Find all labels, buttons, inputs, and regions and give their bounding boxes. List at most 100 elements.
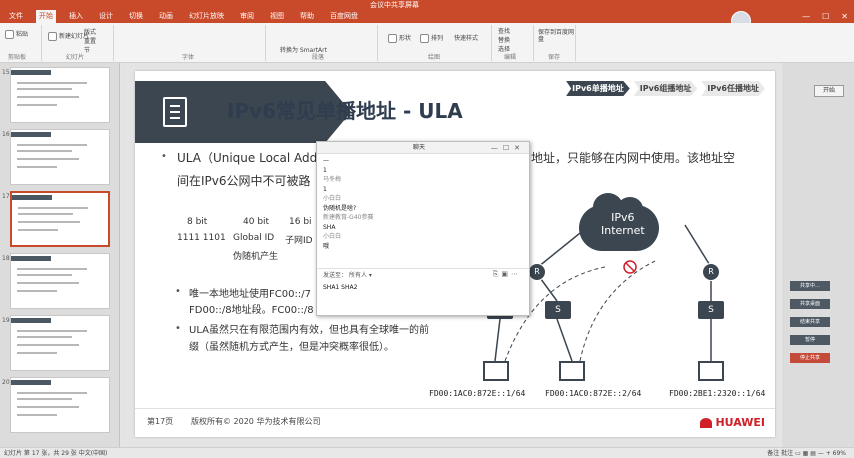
chat-message: 伪随机是啥?	[323, 204, 357, 212]
maximize-icon[interactable]: ☐	[822, 12, 829, 21]
panel-item-3[interactable]: 结束共享	[790, 317, 830, 327]
close-icon[interactable]: ✕	[841, 12, 848, 21]
thumbnail-line	[17, 82, 87, 84]
arrange-button[interactable]: 排列	[420, 33, 443, 43]
thumbnail-line	[18, 213, 73, 215]
screenshot-icon[interactable]: ▣	[501, 270, 511, 278]
save-group-label: 保存	[548, 54, 561, 61]
chat-minimize-icon[interactable]: —	[491, 144, 503, 152]
save-baidu-button[interactable]: 保存到百度网盘	[538, 29, 574, 43]
ribbon-tab[interactable]: 帮助	[297, 10, 317, 23]
thumbnail-line	[17, 144, 87, 146]
recipient-dropdown[interactable]: 所有人 ▾	[349, 272, 372, 279]
ribbon-tab[interactable]: 切换	[126, 10, 146, 23]
slide-thumbnail[interactable]	[10, 129, 110, 185]
copyright: 版权所有© 2020 华为技术有限公司	[191, 417, 321, 426]
ribbon-tab[interactable]: 开始	[36, 10, 56, 23]
thumbnail-title-bar	[11, 70, 51, 75]
nav-unicast[interactable]: IPv6单播地址	[566, 81, 630, 96]
nav-multicast[interactable]: IPv6组播地址	[633, 81, 698, 96]
bits-label-1: 8 bit	[187, 217, 208, 227]
thumbnail-line	[17, 88, 72, 90]
slide-thumbnail[interactable]	[10, 67, 110, 123]
reset-button[interactable]: 重置	[84, 36, 96, 45]
ribbon-tab[interactable]: 审阅	[237, 10, 257, 23]
slide-thumbnail[interactable]	[10, 377, 110, 433]
chat-window[interactable]: 聊天 —☐✕ —1 马冬梅 1 小白白 伪随机是啥? 新建教育-G40参赛 SHA 小白白哦 …	[316, 141, 530, 316]
ribbon-tab[interactable]: 文件	[6, 10, 26, 23]
paste-button[interactable]: 粘贴	[5, 29, 28, 39]
router-left: R	[528, 263, 546, 281]
bits-value-1: 1111 1101	[177, 233, 226, 243]
thumbnail-number: 17	[2, 193, 10, 200]
host-right	[698, 361, 724, 381]
shape-button[interactable]: 形状	[388, 33, 411, 43]
new-slide-icon	[48, 32, 57, 41]
bullet-dot: •	[161, 151, 167, 162]
ribbon-tab[interactable]: 百度网盘	[327, 10, 361, 23]
ribbon-tab[interactable]: 设计	[96, 10, 116, 23]
clipboard-group-label: 剪贴板	[8, 54, 27, 61]
page-number: 第17页	[147, 417, 174, 426]
huawei-flower-icon	[700, 417, 713, 428]
bits-value-2: Global ID	[233, 233, 275, 243]
more-icon[interactable]: ⋯	[511, 270, 521, 278]
chat-maximize-icon[interactable]: ☐	[503, 144, 514, 152]
panel-item-4[interactable]: 暂停	[790, 335, 830, 345]
thumbnail-number: 15	[2, 69, 10, 76]
bullet1-line2: 间在IPv6公网中不可被路	[177, 174, 311, 188]
host-address-2: FD00:1AC0:872E::2/64	[545, 389, 642, 398]
slide-thumbnail[interactable]	[10, 315, 110, 371]
bits-value-3: 子网ID	[285, 236, 313, 246]
host-address-3: FD00:2BE1:2320::1/64	[669, 389, 766, 398]
host-middle	[559, 361, 585, 381]
slide-thumbnail[interactable]	[10, 253, 110, 309]
section-button[interactable]: 节	[84, 45, 90, 54]
chat-recipient[interactable]: 发送至： 所有人 ▾	[323, 270, 372, 279]
slides-group: 新建幻灯片 版式 重置 节 幻灯片	[44, 25, 114, 61]
slide-thumbnail[interactable]	[10, 191, 110, 247]
slide-thumbnails: 15 16 17 18 19 20	[0, 63, 120, 447]
thumbnail-number: 19	[2, 317, 10, 324]
chat-message: 马冬梅	[323, 176, 342, 183]
thumbnail-number: 16	[2, 131, 10, 138]
thumbnail-line	[17, 336, 72, 338]
thumbnail-line	[17, 414, 57, 416]
arrange-icon	[420, 34, 429, 43]
panel-item-2[interactable]: 共享桌面	[790, 299, 830, 309]
thumbnail-line	[17, 104, 57, 106]
window-controls: — ☐ ✕	[802, 12, 848, 21]
chat-message: —	[323, 157, 329, 164]
editing-group-label: 编辑	[504, 54, 517, 61]
replace-button[interactable]: 替换	[498, 35, 510, 44]
new-slide-button[interactable]: 新建幻灯片	[48, 31, 89, 41]
panel-item-5[interactable]: 停止共享	[790, 353, 830, 363]
ribbon-tab[interactable]: 幻灯片放映	[186, 10, 227, 23]
router-right: R	[702, 263, 720, 281]
panel-item-1[interactable]: 共享中…	[790, 281, 830, 291]
pseudo-random-label: 伪随机产生	[233, 252, 279, 262]
thumbnail-line	[17, 344, 79, 346]
ribbon-tab[interactable]: 视图	[267, 10, 287, 23]
ribbon-tab[interactable]: 插入	[66, 10, 86, 23]
paragraph-group: 转换为 SmartArt 段落	[268, 25, 378, 61]
quick-styles-button[interactable]: 快速样式	[454, 33, 478, 42]
find-button[interactable]: 查找	[498, 26, 510, 35]
chat-close-icon[interactable]: ✕	[514, 144, 525, 152]
thumbnail-line	[17, 330, 87, 332]
thumbnail-line	[17, 290, 57, 292]
chat-title: 聊天	[413, 144, 426, 151]
ribbon-tab[interactable]: 动画	[156, 10, 176, 23]
font-group: 字体	[116, 25, 266, 61]
chat-messages: —1 马冬梅 1 小白白 伪随机是啥? 新建教育-G40参赛 SHA 小白白哦	[323, 156, 523, 251]
paragraph-group-label: 段落	[312, 54, 325, 61]
layout-button[interactable]: 版式	[84, 27, 96, 36]
chat-input[interactable]: SHA1 SHA2	[323, 284, 357, 291]
start-button[interactable]: 开始	[814, 85, 844, 97]
ribbon-tabs: 文件 开始 插入 设计 切换 动画 幻灯片放映 审阅 视图 帮助 百度网盘	[0, 10, 854, 23]
minimize-icon[interactable]: —	[802, 12, 810, 21]
shape-icon	[388, 34, 397, 43]
thumbnail-line	[17, 158, 79, 160]
nav-anycast[interactable]: IPv6任播地址	[701, 81, 765, 96]
window-title: 会议中共享屏幕	[370, 1, 419, 9]
